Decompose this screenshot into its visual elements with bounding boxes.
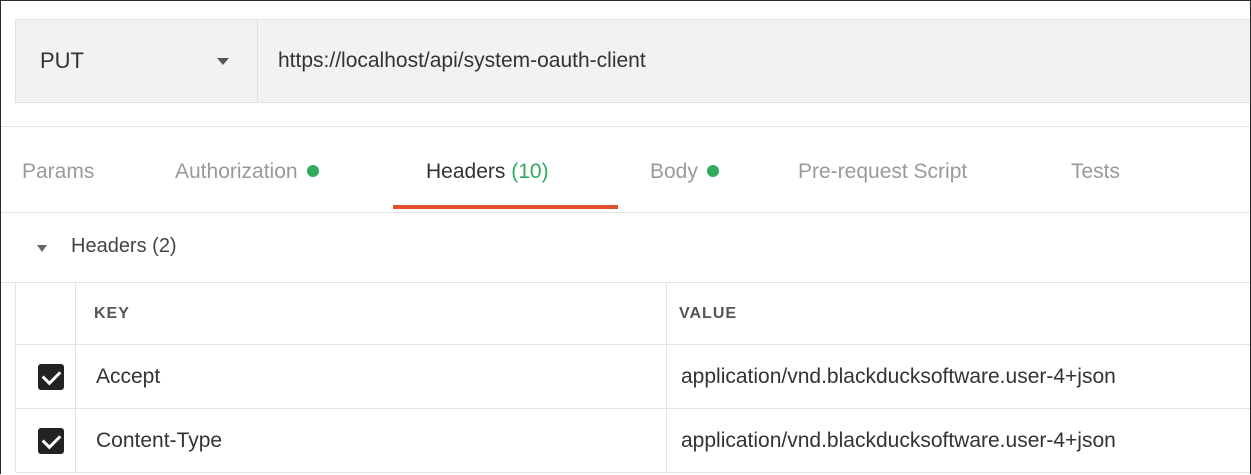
tab-label: Tests	[1071, 160, 1121, 183]
section-title: Headers (2)	[71, 235, 177, 257]
tab-label: Headers	[426, 160, 506, 183]
tab-body[interactable]: Body	[650, 160, 719, 184]
check-column-header	[15, 282, 76, 345]
checkmark-icon	[41, 365, 62, 385]
row-checkbox-cell	[15, 408, 76, 473]
table-row: Content-Type application/vnd.blackduckso…	[15, 408, 1250, 473]
tab-label: Pre-request Script	[798, 160, 968, 183]
headers-count-badge: (10)	[511, 160, 549, 183]
tab-label: Params	[22, 160, 95, 183]
url-text: https://localhost/api/system-oauth-clien…	[278, 49, 646, 72]
header-key-cell[interactable]: Accept	[75, 344, 667, 409]
url-input[interactable]: https://localhost/api/system-oauth-clien…	[258, 20, 1250, 102]
header-value-cell[interactable]: application/vnd.blackducksoftware.user-4…	[666, 408, 1250, 473]
table-row: Accept application/vnd.blackducksoftware…	[15, 344, 1250, 409]
active-tab-indicator	[393, 205, 618, 209]
tab-params[interactable]: Params	[22, 160, 94, 184]
checkmark-icon	[41, 429, 62, 449]
status-dot-icon	[706, 165, 719, 177]
status-dot-icon	[306, 165, 319, 177]
row-checkbox-cell	[15, 344, 76, 409]
tab-pre-request-script[interactable]: Pre-request Script	[798, 160, 967, 184]
header-key-cell[interactable]: Content-Type	[75, 408, 667, 473]
tab-label: Body	[650, 160, 698, 183]
tab-headers[interactable]: Headers (10)	[426, 160, 549, 184]
tab-label: Authorization	[175, 160, 298, 183]
value-column-header: VALUE	[666, 282, 1250, 345]
method-dropdown[interactable]: PUT	[16, 20, 258, 102]
request-bar: PUT https://localhost/api/system-oauth-c…	[15, 19, 1250, 103]
key-column-header: KEY	[75, 282, 667, 345]
headers-section-toggle[interactable]: Headers (2)	[1, 213, 1250, 283]
request-tabs: Params Authorization Headers (10) Body P…	[1, 127, 1250, 213]
header-value-cell[interactable]: application/vnd.blackducksoftware.user-4…	[666, 344, 1250, 409]
chevron-down-icon	[217, 58, 229, 65]
headers-table: KEY VALUE Accept application/vnd.blackdu…	[15, 282, 1250, 473]
enable-checkbox[interactable]	[38, 363, 64, 390]
tab-authorization[interactable]: Authorization	[175, 160, 319, 184]
method-label: PUT	[40, 48, 84, 73]
request-editor: PUT https://localhost/api/system-oauth-c…	[0, 0, 1251, 474]
enable-checkbox[interactable]	[38, 427, 64, 454]
tab-tests[interactable]: Tests	[1071, 160, 1120, 184]
caret-down-icon	[37, 245, 47, 252]
table-header-row: KEY VALUE	[15, 282, 1250, 345]
